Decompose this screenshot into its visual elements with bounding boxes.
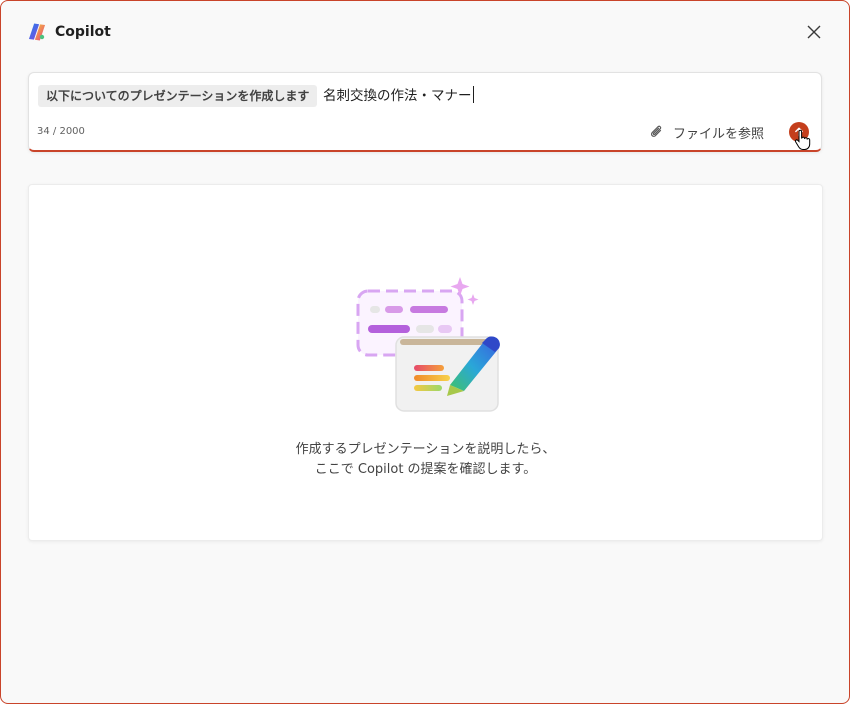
copilot-logo-icon [28, 23, 46, 41]
empty-state-message: 作成するプレゼンテーションを説明したら、 ここで Copilot の提案を確認し… [29, 440, 822, 480]
hand-pointer-cursor-icon [794, 129, 811, 150]
browse-files-label: ファイルを参照 [673, 126, 765, 142]
prompt-composer: 以下についてのプレゼンテーションを作成します 名刺交換の作法・マナー 34 / … [28, 72, 822, 152]
copilot-dialog: Copilot 以下についてのプレゼンテーションを作成します 名刺交換の作法・マ… [0, 0, 850, 704]
browse-files-button[interactable]: ファイルを参照 [649, 121, 764, 143]
close-icon [807, 25, 821, 39]
app-title: Copilot [55, 24, 111, 40]
presentation-pen-illustration [356, 277, 500, 412]
dialog-header: Copilot [1, 1, 849, 63]
prompt-prefix-chip: 以下についてのプレゼンテーションを作成します [38, 85, 318, 107]
character-count: 34 / 2000 [37, 126, 85, 137]
close-button[interactable] [803, 21, 825, 43]
empty-state-line-2: ここで Copilot の提案を確認します。 [314, 462, 537, 477]
empty-state-line-1: 作成するプレゼンテーションを説明したら、 [295, 442, 556, 457]
prompt-input-text: 名刺交換の作法・マナー [323, 88, 472, 104]
suggestions-panel: 作成するプレゼンテーションを説明したら、 ここで Copilot の提案を確認し… [28, 184, 823, 541]
text-caret [472, 86, 474, 103]
prompt-input[interactable]: 名刺交換の作法・マナー [323, 85, 474, 107]
paperclip-icon [651, 125, 662, 137]
